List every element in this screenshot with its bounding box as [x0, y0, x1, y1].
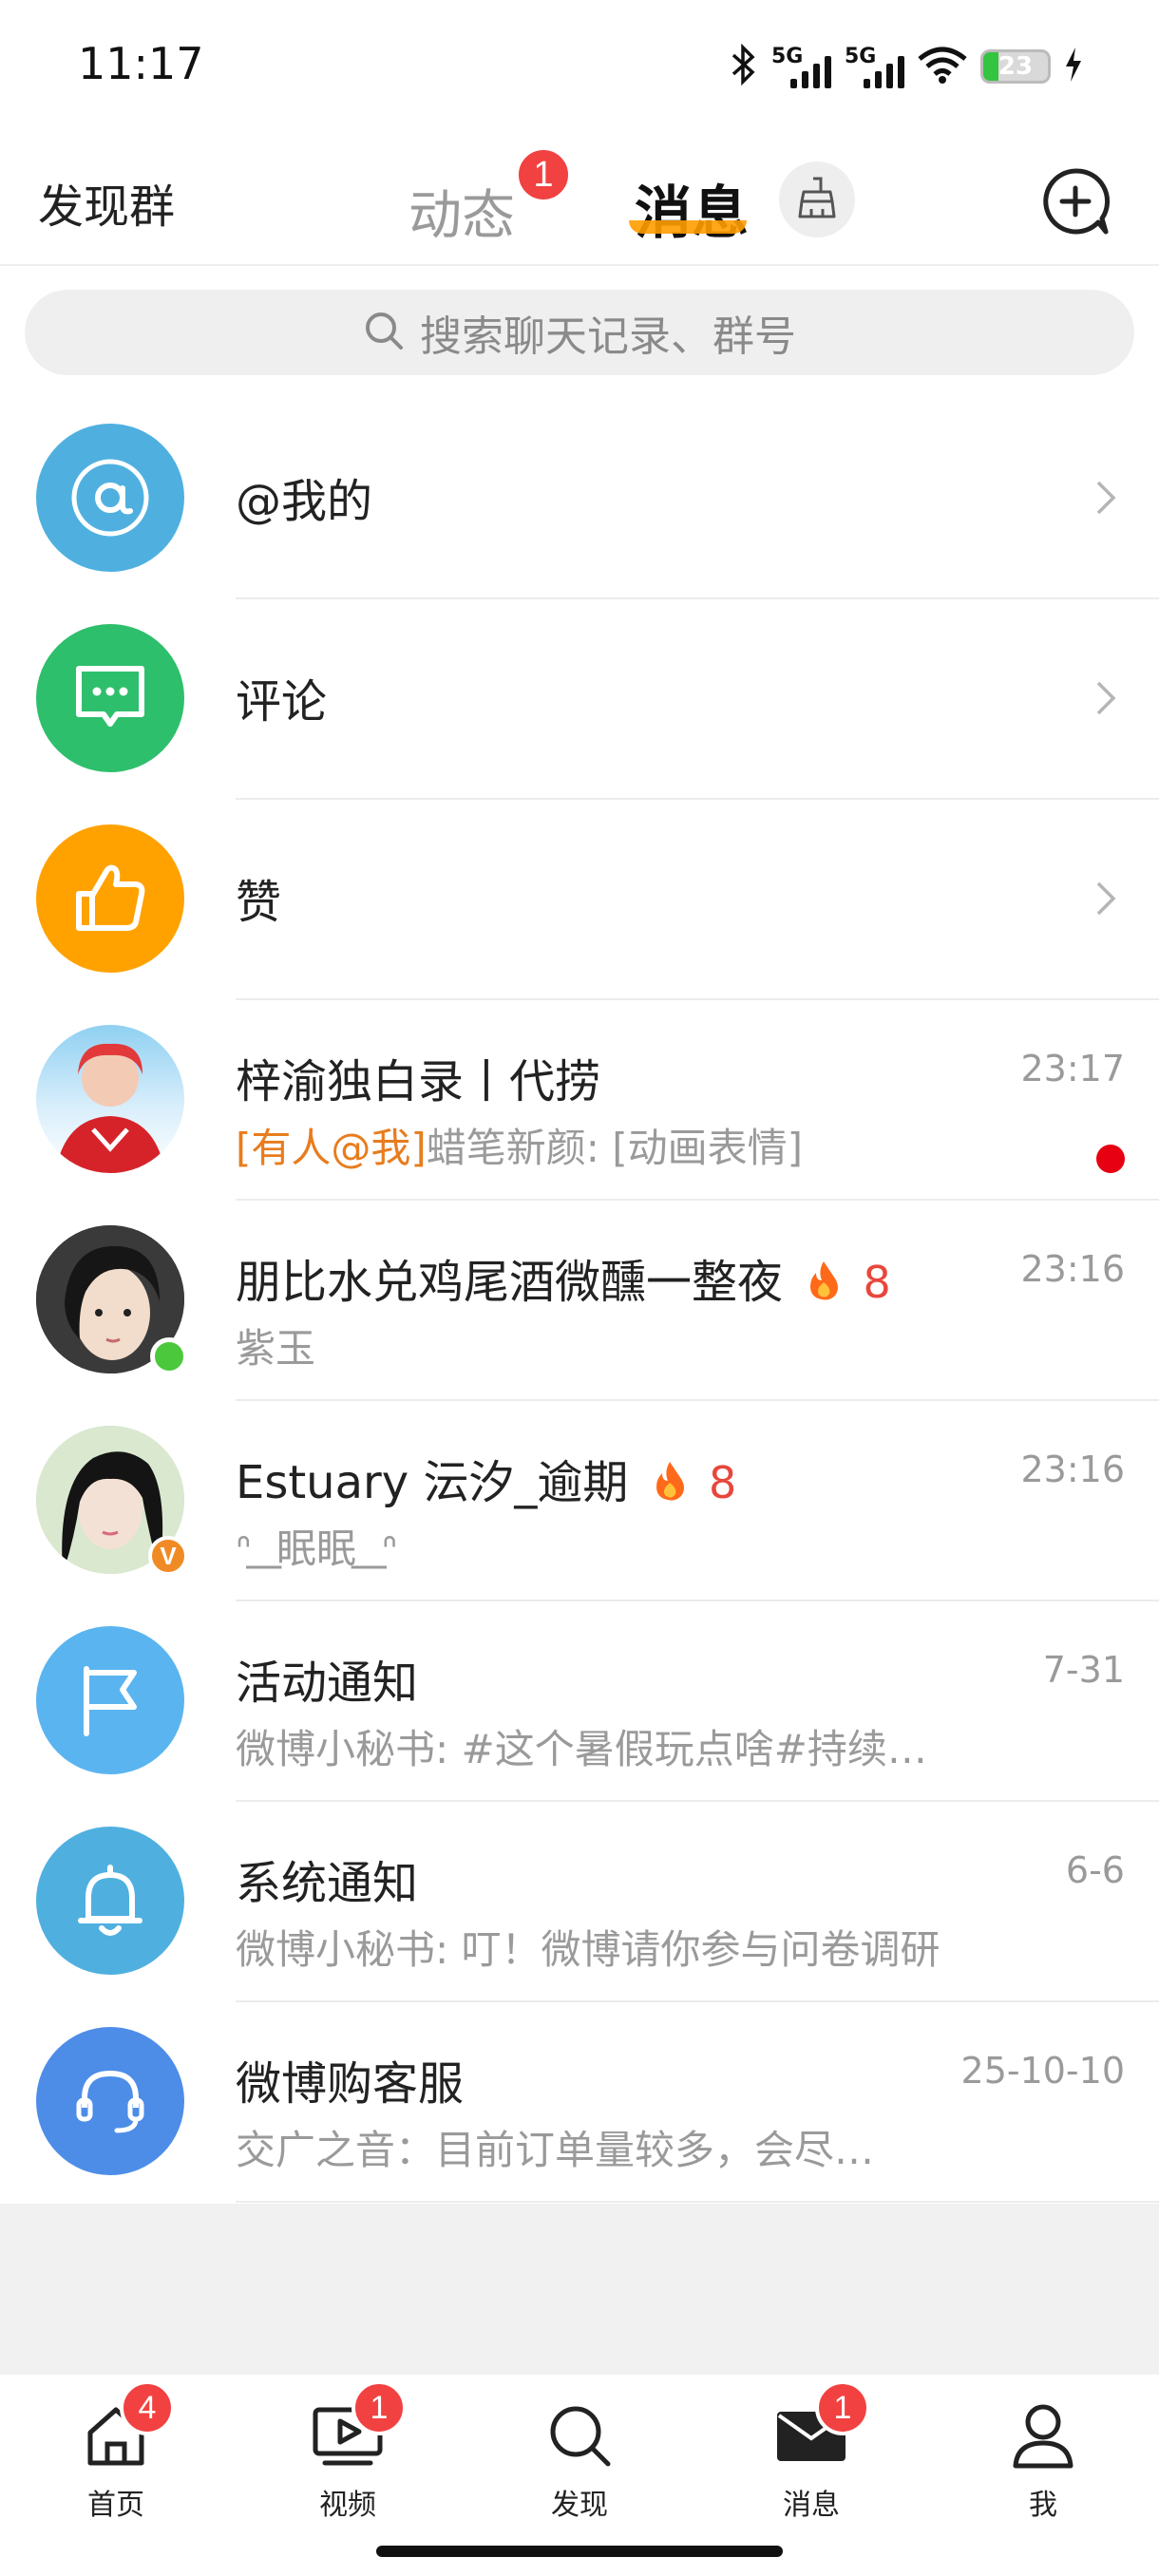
conversation-preview: ᐢ ͟ 眠眠 ͟ ᐢ: [236, 1525, 398, 1572]
wifi-icon: [918, 46, 967, 87]
preview-text: 蜡笔新颜: [动画表情]: [426, 1125, 804, 1171]
unread-dot: [1096, 1145, 1125, 1173]
nav-label: 我: [1029, 2489, 1057, 2522]
tab-label: 动态: [408, 185, 515, 247]
list-item-customer-service[interactable]: 微博购客服 交广之音：目前订单量较多，会尽… 25-10-10: [0, 2002, 1159, 2203]
conversation-preview: [有人@我]蜡笔新颜: [动画表情]: [236, 1116, 803, 1174]
conversation-time: 23:16: [1020, 1449, 1125, 1490]
compose-button[interactable]: [1039, 165, 1112, 237]
discover-group-link[interactable]: 发现群: [38, 169, 175, 236]
nav-video[interactable]: 1 视频: [272, 2380, 424, 2523]
conversation-title: 梓渝独白录丨代捞: [236, 1055, 601, 1108]
list-item-likes[interactable]: 赞: [0, 800, 1159, 1000]
list-item-activity-notice[interactable]: 活动通知 微博小秘书: #这个暑假玩点啥#持续… 7-31: [0, 1601, 1159, 1802]
flag-icon: [36, 1626, 184, 1774]
conversation-title: 评论: [236, 675, 328, 729]
conversation-title: Estuary 沄汐_逾期 8: [236, 1445, 736, 1511]
conversation-title: 赞: [236, 876, 282, 929]
tab-message[interactable]: 消息: [635, 167, 749, 250]
status-icons: 5G 5G 23: [730, 38, 1083, 95]
broom-icon: [794, 175, 840, 224]
conversation-time: 6-6: [1065, 1849, 1125, 1891]
charging-icon: [1064, 47, 1083, 85]
conversation-title: 朋比水兑鸡尾酒微醺一整夜 8: [236, 1244, 891, 1311]
online-indicator: [150, 1337, 188, 1375]
chevron-right-icon: [1094, 479, 1117, 521]
chevron-right-icon: [1094, 679, 1117, 721]
conversation-title: @我的: [236, 475, 373, 528]
profile-icon: [967, 2397, 1119, 2473]
nav-label: 首页: [87, 2489, 144, 2522]
thumbs-up-icon: [36, 824, 184, 973]
nav-label: 消息: [783, 2489, 840, 2522]
clear-unread-button[interactable]: [779, 161, 855, 237]
network-label: 5G: [771, 45, 804, 68]
network-label: 5G: [845, 45, 877, 68]
signal-icon: 5G: [771, 45, 831, 88]
signal-icon: 5G: [845, 45, 904, 88]
battery-icon: 23: [980, 49, 1051, 84]
flame-count: 8: [708, 1457, 737, 1508]
status-time: 11:17: [78, 38, 204, 89]
tab-dynamic[interactable]: 动态 1: [408, 146, 572, 250]
empty-area: [0, 2204, 1159, 2375]
conversation-time: 7-31: [1042, 1649, 1125, 1691]
conversation-time: 23:16: [1020, 1248, 1125, 1290]
nav-discover[interactable]: 发现: [504, 2397, 656, 2523]
home-indicator[interactable]: [376, 2546, 783, 2557]
bluetooth-icon: [730, 43, 758, 89]
chevron-right-icon: [1094, 880, 1117, 921]
list-item-system-notice[interactable]: 系统通知 微博小秘书: 叮！微博请你参与问卷调研 6-6: [0, 1802, 1159, 2002]
nav-home[interactable]: 4 首页: [40, 2380, 192, 2523]
conversation-title-text: Estuary 沄汐_逾期: [236, 1456, 629, 1509]
conversation-title: 系统通知: [236, 1857, 419, 1910]
conversation-time: 25-10-10: [960, 2050, 1125, 2092]
nav-profile[interactable]: 我: [967, 2397, 1119, 2523]
conversation-title: 活动通知: [236, 1657, 419, 1710]
nav-badge: 1: [815, 2380, 870, 2435]
search-bar[interactable]: 搜索聊天记录、群号: [25, 290, 1134, 375]
comment-icon: [36, 624, 184, 772]
search-icon: [363, 310, 405, 355]
flame-icon: [797, 1256, 843, 1309]
tab-label: 消息: [635, 180, 749, 247]
discover-search-icon: [504, 2397, 656, 2473]
list-item-mentions[interactable]: @我的: [0, 399, 1159, 599]
list-item-comments[interactable]: 评论: [0, 599, 1159, 800]
conversation-title-text: 朋比水兑鸡尾酒微醺一整夜: [236, 1256, 784, 1309]
bell-icon: [36, 1827, 184, 1975]
flame-icon: [643, 1456, 689, 1509]
compose-icon: [1039, 168, 1112, 241]
conversation-preview: 紫玉: [236, 1325, 316, 1372]
flame-count: 8: [863, 1257, 891, 1308]
at-icon: [36, 424, 184, 572]
top-header: 发现群 动态 1 消息: [0, 133, 1159, 266]
list-item-conversation[interactable]: 梓渝独白录丨代捞 [有人@我]蜡笔新颜: [动画表情] 23:17: [0, 1000, 1159, 1201]
nav-messages[interactable]: 1 消息: [735, 2380, 887, 2523]
nav-badge: 1: [352, 2380, 407, 2435]
conversation-preview: 微博小秘书: 叮！微博请你参与问卷调研: [236, 1926, 940, 1973]
conversation-time: 23:17: [1020, 1048, 1125, 1089]
conversation-preview: 交广之音：目前订单量较多，会尽…: [236, 2127, 875, 2173]
conversation-list: @我的 评论 赞 梓渝独白录丨代捞 [有人@我]蜡笔新颜: [动画表情] 23:…: [0, 399, 1159, 2203]
home-icon: 4: [40, 2380, 192, 2473]
verified-badge: V: [148, 1536, 188, 1576]
mail-icon: 1: [735, 2380, 887, 2473]
list-item-conversation[interactable]: V Estuary 沄汐_逾期 8 ᐢ ͟ 眠眠 ͟ ᐢ 23:16: [0, 1401, 1159, 1601]
nav-label: 视频: [319, 2489, 376, 2522]
status-bar: 11:17 5G 5G 23: [0, 0, 1159, 133]
nav-label: 发现: [551, 2489, 608, 2522]
nav-badge: 4: [120, 2380, 175, 2435]
active-tab-indicator: [629, 220, 747, 234]
conversation-title: 微博购客服: [236, 2057, 465, 2111]
avatar: [36, 1025, 184, 1173]
mention-tag: [有人@我]: [236, 1125, 427, 1171]
headset-icon: [36, 2027, 184, 2175]
video-icon: 1: [272, 2380, 424, 2473]
battery-level: 23: [998, 52, 1034, 81]
conversation-preview: 微博小秘书: #这个暑假玩点啥#持续…: [236, 1726, 927, 1772]
search-placeholder: 搜索聊天记录、群号: [420, 313, 796, 361]
list-item-conversation[interactable]: 朋比水兑鸡尾酒微醺一整夜 8 紫玉 23:16: [0, 1201, 1159, 1401]
tab-badge: 1: [515, 146, 572, 203]
